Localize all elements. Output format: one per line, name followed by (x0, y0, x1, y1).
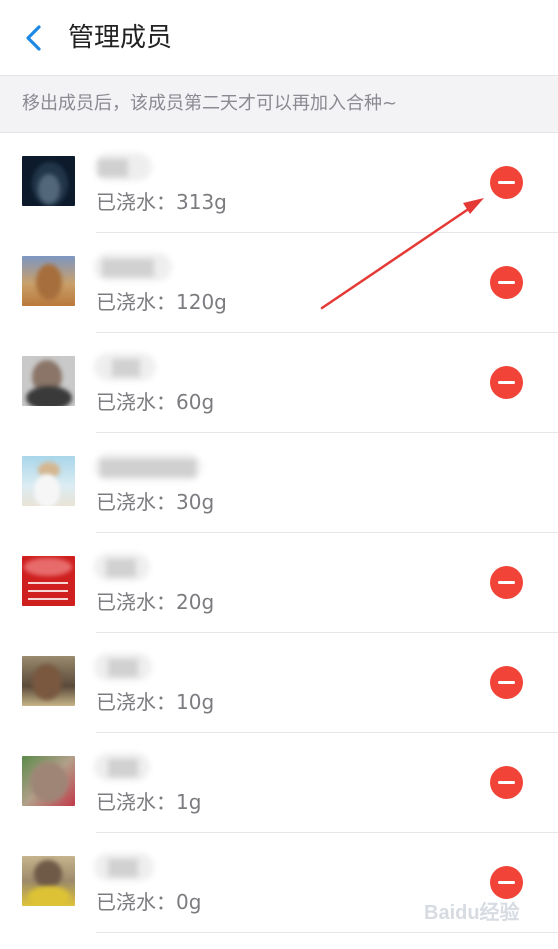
watered-amount: 已浇水：313g (96, 190, 227, 214)
member-name (94, 653, 152, 681)
member-row: 已浇水：1g (0, 733, 558, 833)
back-button[interactable] (14, 18, 54, 58)
watermark-logo: Baidu经验 (424, 902, 520, 924)
remove-member-button[interactable] (490, 166, 523, 199)
member-name (94, 553, 150, 581)
watered-amount: 已浇水：20g (96, 590, 215, 614)
member-list: 已浇水：313g 已浇水：120g 已浇水：60g 已浇水：30g 已浇水：20… (0, 133, 558, 933)
avatar (22, 656, 75, 706)
avatar (22, 556, 75, 606)
watered-amount: 已浇水：0g (96, 890, 202, 914)
member-row: 已浇水：60g (0, 333, 558, 433)
remove-member-button[interactable] (490, 766, 523, 799)
remove-member-button[interactable] (490, 366, 523, 399)
notice-text: 移出成员后，该成员第二天才可以再加入合种~ (22, 93, 398, 114)
header: 管理成员 (0, 0, 558, 75)
avatar (22, 756, 75, 806)
member-name (94, 253, 172, 281)
notice-banner: 移出成员后，该成员第二天才可以再加入合种~ (0, 75, 558, 133)
remove-member-button[interactable] (490, 566, 523, 599)
member-row: 已浇水：313g (0, 133, 558, 233)
member-row: 已浇水：10g (0, 633, 558, 733)
avatar (22, 356, 75, 406)
watered-amount: 已浇水：10g (96, 690, 215, 714)
member-name (94, 853, 154, 881)
watered-amount: 已浇水：1g (96, 790, 202, 814)
member-name (94, 153, 152, 181)
remove-member-button[interactable] (490, 866, 523, 899)
watered-amount: 已浇水：30g (96, 490, 215, 514)
member-row: 已浇水：20g (0, 533, 558, 633)
avatar (22, 856, 75, 906)
member-row: 已浇水：120g (0, 233, 558, 333)
remove-member-button[interactable] (490, 666, 523, 699)
page-title: 管理成员 (68, 23, 173, 53)
chevron-left-icon (26, 25, 41, 51)
avatar (22, 456, 75, 506)
member-name (94, 353, 156, 381)
avatar (22, 156, 75, 206)
remove-member-button[interactable] (490, 266, 523, 299)
member-name (94, 753, 150, 781)
watered-amount: 已浇水：60g (96, 390, 215, 414)
member-name (94, 453, 202, 481)
avatar (22, 256, 75, 306)
watered-amount: 已浇水：120g (96, 290, 227, 314)
member-row: 已浇水：30g (0, 433, 558, 533)
divider (96, 932, 558, 933)
